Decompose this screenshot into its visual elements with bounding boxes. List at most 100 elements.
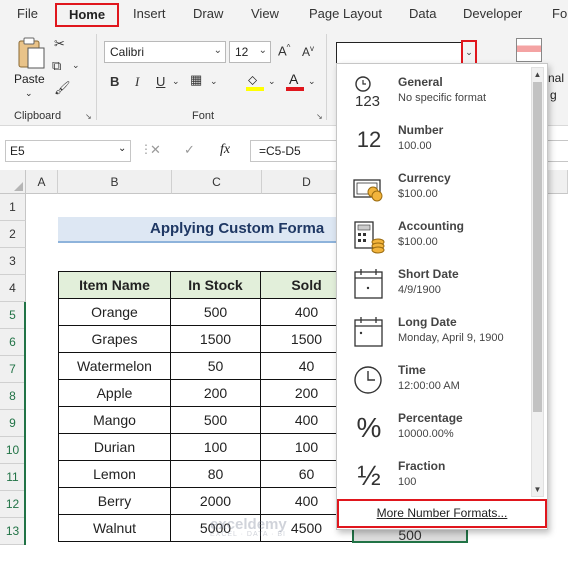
cell-stock[interactable]: 50 — [170, 352, 261, 380]
format-option-time[interactable]: Time 12:00:00 AM — [337, 356, 533, 404]
cut-icon[interactable]: ✂ — [54, 36, 65, 52]
fill-color-dropdown-icon[interactable]: ⌄ — [268, 76, 276, 87]
fill-color-icon[interactable]: ⬦ — [246, 72, 264, 92]
cancel-icon[interactable]: ✕ — [150, 142, 161, 158]
menu-data[interactable]: Data — [409, 6, 436, 21]
dropdown-scrollbar[interactable]: ▲ ▼ — [531, 67, 544, 497]
row-header[interactable]: 3 — [0, 248, 26, 275]
cell-stock[interactable]: 100 — [170, 433, 261, 461]
font-name-select[interactable]: Calibri ⌄ — [104, 41, 226, 63]
table-row: Mango 500 400 — [58, 406, 353, 434]
menu-view[interactable]: View — [251, 6, 279, 21]
column-header-b[interactable]: B — [58, 170, 172, 194]
menu-bar: File Home Insert Draw View Page Layout D… — [0, 0, 568, 28]
cell-stock[interactable]: 2000 — [170, 487, 261, 515]
row-header[interactable]: 9 — [0, 410, 26, 437]
cell-item[interactable]: Watermelon — [58, 352, 171, 380]
menu-page-layout[interactable]: Page Layout — [309, 6, 382, 21]
name-box[interactable]: E5 — [5, 140, 131, 162]
scrollbar-thumb[interactable] — [533, 82, 542, 412]
row-header[interactable]: 6 — [0, 329, 26, 356]
decrease-font-icon[interactable]: Av — [302, 44, 314, 59]
row-header[interactable]: 1 — [0, 194, 26, 221]
menu-insert[interactable]: Insert — [133, 6, 166, 21]
row-header[interactable]: 5 — [0, 302, 26, 329]
menu-draw[interactable]: Draw — [193, 6, 223, 21]
cell-stock[interactable]: 200 — [170, 379, 261, 407]
calendar-icon — [351, 266, 387, 302]
increase-font-icon[interactable]: A^ — [278, 43, 290, 58]
insert-function-icon[interactable]: fx — [220, 142, 230, 158]
row-header[interactable]: 12 — [0, 491, 26, 518]
cell-stock[interactable]: 1500 — [170, 325, 261, 353]
format-table-label-partial: g — [550, 88, 557, 102]
cell-item[interactable]: Grapes — [58, 325, 171, 353]
underline-button[interactable]: U — [156, 74, 165, 89]
bold-button[interactable]: B — [110, 74, 119, 89]
menu-developer[interactable]: Developer — [463, 6, 522, 21]
format-option-number[interactable]: 12 Number 100.00 — [337, 116, 533, 164]
cell-item[interactable]: Walnut — [58, 514, 171, 542]
select-all-button[interactable] — [0, 170, 26, 194]
name-box-dropdown-icon[interactable]: ⌄ — [118, 143, 126, 154]
scroll-down-icon[interactable]: ▼ — [532, 484, 543, 495]
font-color-icon[interactable]: A — [286, 71, 304, 92]
header-in-stock[interactable]: In Stock — [170, 271, 261, 299]
header-item-name[interactable]: Item Name — [58, 271, 171, 299]
copy-icon[interactable]: ⧉ — [52, 58, 61, 74]
more-number-formats-button[interactable]: More Number Formats... — [337, 499, 547, 528]
cell-item[interactable]: Mango — [58, 406, 171, 434]
cell-stock[interactable]: 500 — [170, 406, 261, 434]
fraction-icon: ½ — [357, 460, 381, 491]
cell-item[interactable]: Berry — [58, 487, 171, 515]
paste-dropdown-icon[interactable]: ⌄ — [25, 88, 33, 99]
column-header-c[interactable]: C — [172, 170, 262, 194]
format-option-fraction[interactable]: ½ Fraction 100 — [337, 452, 533, 500]
copy-dropdown-icon[interactable]: ⌄ — [72, 60, 80, 71]
font-color-dropdown-icon[interactable]: ⌄ — [308, 76, 316, 87]
scroll-up-icon[interactable]: ▲ — [532, 69, 543, 80]
enter-icon[interactable]: ✓ — [184, 142, 195, 158]
borders-icon[interactable]: ▦ — [190, 72, 202, 88]
font-launcher-icon[interactable]: ↘ — [316, 112, 323, 121]
format-option-general[interactable]: 123 General No specific format — [337, 68, 533, 116]
table-row: Walnut 5000 4500 — [58, 514, 353, 542]
format-option-currency[interactable]: Currency $100.00 — [337, 164, 533, 212]
cell-item[interactable]: Durian — [58, 433, 171, 461]
row-header[interactable]: 2 — [0, 221, 26, 248]
cell-item[interactable]: Orange — [58, 298, 171, 326]
format-option-accounting[interactable]: Accounting $100.00 — [337, 212, 533, 260]
column-header-a[interactable]: A — [26, 170, 58, 194]
clipboard-launcher-icon[interactable]: ↘ — [85, 112, 92, 121]
number-format-dropdown-button[interactable]: ⌄ — [461, 40, 477, 65]
borders-dropdown-icon[interactable]: ⌄ — [210, 76, 218, 87]
row-header[interactable]: 8 — [0, 383, 26, 410]
menu-formulas-partial[interactable]: Fo — [552, 6, 567, 21]
italic-button[interactable]: I — [135, 74, 139, 90]
conditional-format-label-partial: nal — [548, 71, 565, 85]
row-header[interactable]: 7 — [0, 356, 26, 383]
format-option-percentage[interactable]: % Percentage 10000.00% — [337, 404, 533, 452]
cell-item[interactable]: Lemon — [58, 460, 171, 488]
sheet-title[interactable]: Applying Custom Forma — [58, 217, 348, 243]
format-option-short-date[interactable]: Short Date 4/9/1900 — [337, 260, 533, 308]
font-size-select[interactable]: 12 ⌄ — [229, 41, 271, 63]
row-header[interactable]: 4 — [0, 275, 26, 302]
menu-file[interactable]: File — [17, 6, 38, 21]
cell-item[interactable]: Apple — [58, 379, 171, 407]
underline-dropdown-icon[interactable]: ⌄ — [172, 76, 180, 87]
format-option-long-date[interactable]: Long Date Monday, April 9, 1900 — [337, 308, 533, 356]
format-painter-icon[interactable]: 🖌 — [54, 80, 71, 96]
chevron-down-icon: ⌄ — [258, 45, 267, 56]
table-header-row: Item Name In Stock Sold — [58, 271, 353, 299]
number-format-input[interactable] — [336, 42, 476, 64]
general-123-icon: 123 — [351, 74, 387, 110]
row-header[interactable]: 10 — [0, 437, 26, 464]
paste-button[interactable]: Paste ⌄ — [14, 36, 48, 98]
conditional-format-icon[interactable] — [516, 38, 542, 62]
row-header[interactable]: 11 — [0, 464, 26, 491]
menu-home[interactable]: Home — [55, 3, 119, 27]
cell-stock[interactable]: 500 — [170, 298, 261, 326]
row-header[interactable]: 13 — [0, 518, 26, 545]
cell-stock[interactable]: 80 — [170, 460, 261, 488]
